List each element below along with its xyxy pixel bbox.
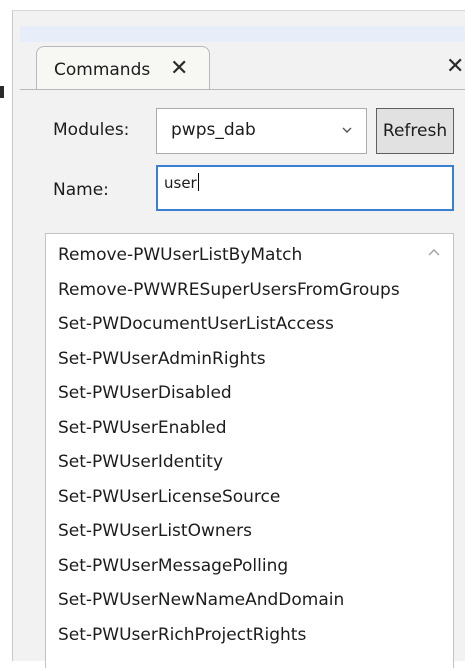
chevron-up-icon[interactable] — [427, 247, 441, 257]
tab-commands[interactable]: Commands ✕ — [36, 46, 210, 90]
tab-commands-label: Commands — [54, 60, 151, 80]
name-filter-text: user — [164, 174, 197, 192]
modules-select[interactable]: pwps_dab — [156, 108, 367, 154]
screenshot-frame: Commands ✕ ✕ Modules: pwps_dab Refresh N… — [0, 0, 465, 668]
tab-strip-divider — [20, 89, 465, 90]
refresh-button[interactable]: Refresh — [376, 108, 454, 154]
commands-list[interactable]: Remove-PWUserListByMatch Remove-PWWRESup… — [45, 233, 454, 668]
modules-label: Modules: — [53, 120, 130, 140]
list-item[interactable]: Set-PWUserDisabled — [58, 382, 438, 417]
list-item[interactable]: Set-PWUserIdentity — [58, 451, 438, 486]
left-edge-marker — [0, 86, 4, 98]
list-item[interactable]: Set-PWUserRichProjectRights — [58, 624, 438, 659]
commands-list-items: Remove-PWUserListByMatch Remove-PWWRESup… — [58, 244, 438, 658]
list-item[interactable]: Set-PWUserLicenseSource — [58, 486, 438, 521]
list-item[interactable]: Remove-PWUserListByMatch — [58, 244, 438, 279]
list-item[interactable]: Remove-PWWRESuperUsersFromGroups — [58, 279, 438, 314]
panel-header-strip — [20, 26, 465, 42]
list-item[interactable]: Set-PWUserListOwners — [58, 520, 438, 555]
pane-close-icon[interactable]: ✕ — [446, 56, 464, 78]
list-item[interactable]: Set-PWUserMessagePolling — [58, 555, 438, 590]
list-item[interactable]: Set-PWUserEnabled — [58, 417, 438, 452]
list-item[interactable]: Set-PWUserAdminRights — [58, 348, 438, 383]
list-item[interactable]: Set-PWDocumentUserListAccess — [58, 313, 438, 348]
tab-close-icon[interactable]: ✕ — [170, 58, 188, 80]
name-filter-input[interactable]: user — [156, 165, 454, 211]
name-label: Name: — [53, 180, 109, 200]
name-filter-value: user — [164, 173, 199, 192]
list-item[interactable]: Set-PWUserNewNameAndDomain — [58, 589, 438, 624]
chevron-down-icon[interactable] — [340, 124, 354, 136]
text-caret — [197, 173, 199, 191]
modules-select-value: pwps_dab — [171, 120, 256, 140]
